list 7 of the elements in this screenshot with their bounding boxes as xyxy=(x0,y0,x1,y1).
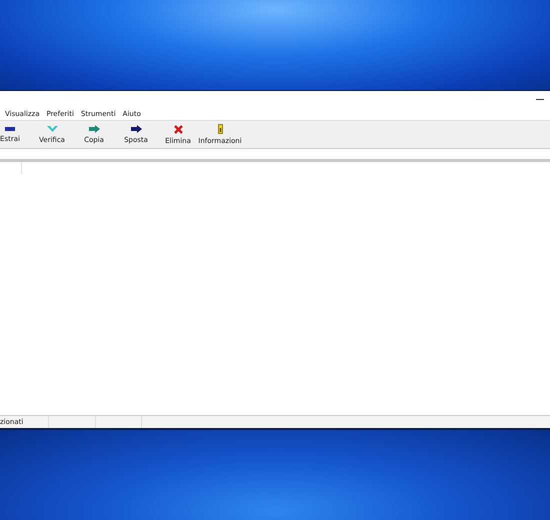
chevron-down-icon xyxy=(46,126,58,132)
arrow-right-icon xyxy=(130,125,142,133)
minimize-button[interactable] xyxy=(536,99,544,100)
minus-icon xyxy=(5,126,15,132)
arrow-right-icon xyxy=(88,125,100,133)
info-icon xyxy=(218,124,222,134)
cross-icon xyxy=(174,124,182,134)
